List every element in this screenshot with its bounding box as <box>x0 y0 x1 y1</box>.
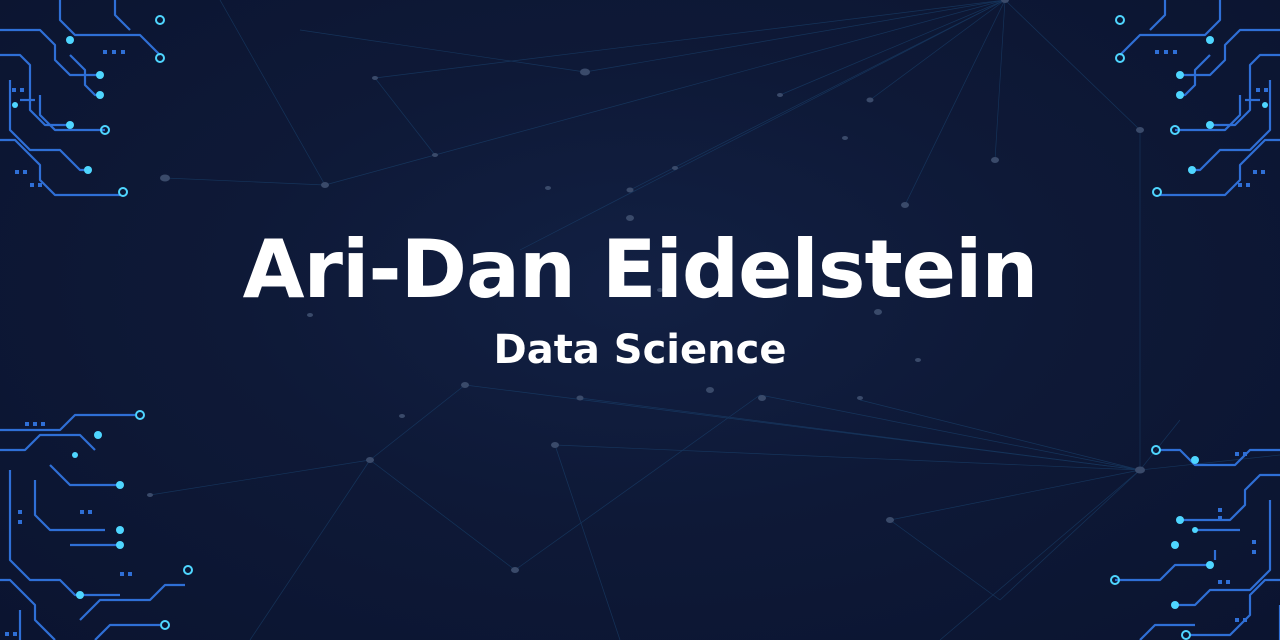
circuit-bottom-right-decoration <box>1110 445 1280 640</box>
profile-name: Ari-Dan Eidelstein <box>242 223 1039 316</box>
circuit-top-right-decoration <box>1115 0 1280 197</box>
circuit-top-left-decoration <box>0 0 165 197</box>
circuit-bottom-left-decoration <box>0 410 193 640</box>
title-block: Ari-Dan Eidelstein Data Science <box>0 220 1280 376</box>
banner: Ari-Dan Eidelstein Data Science <box>0 0 1280 640</box>
profile-subtitle: Data Science <box>493 327 787 373</box>
